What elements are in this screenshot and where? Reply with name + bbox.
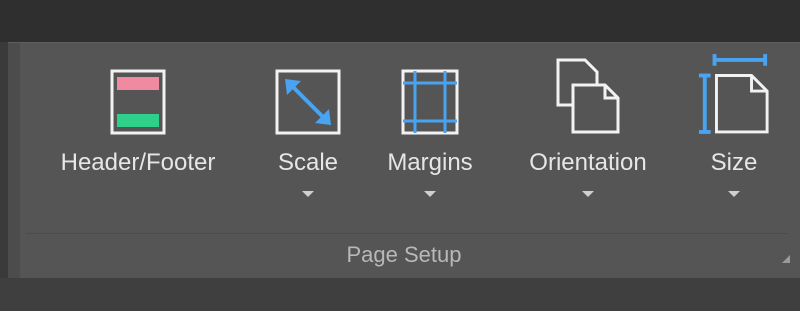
chevron-down-icon[interactable] (302, 191, 314, 197)
size-icon (697, 51, 771, 135)
scale-button[interactable]: Scale (264, 51, 352, 221)
scale-icon (271, 51, 345, 135)
size-button[interactable]: Size (694, 51, 774, 221)
header-footer-button[interactable]: Header/Footer (40, 51, 236, 221)
margins-label: Margins (387, 149, 473, 176)
orientation-label: Orientation (529, 149, 647, 176)
orientation-button[interactable]: Orientation (508, 51, 668, 221)
orientation-icon (551, 51, 625, 135)
dialog-launcher-icon[interactable] (782, 255, 790, 263)
chevron-down-icon[interactable] (582, 191, 594, 197)
margins-icon (393, 51, 467, 135)
scale-label: Scale (277, 149, 339, 176)
chevron-down-icon[interactable] (424, 191, 436, 197)
size-label: Size (710, 149, 758, 176)
ribbon-page-setup-group: Header/Footer Scale Margins Orientation … (8, 42, 800, 279)
group-label: Page Setup (346, 242, 462, 267)
chevron-down-icon[interactable] (728, 191, 740, 197)
group-divider (26, 233, 788, 234)
title-bar-strip (0, 0, 800, 42)
margins-button[interactable]: Margins (372, 51, 488, 221)
header-footer-label: Header/Footer (60, 149, 216, 176)
bottom-strip (0, 278, 800, 311)
header-footer-icon (101, 51, 175, 135)
